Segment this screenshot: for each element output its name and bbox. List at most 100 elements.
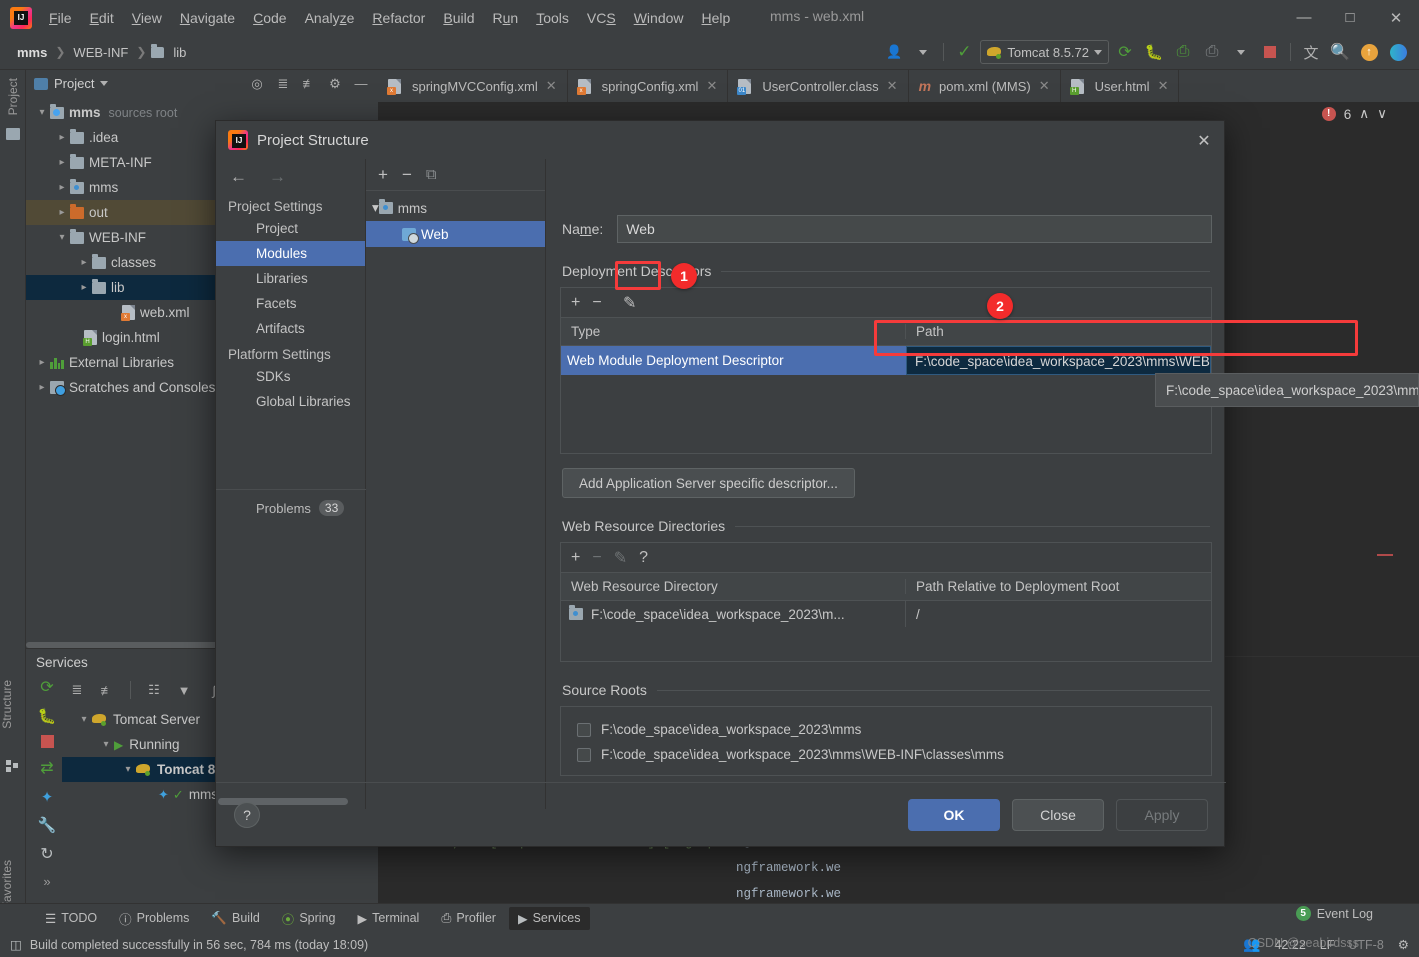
menu-item-file[interactable]: File (40, 6, 81, 30)
web-resource-directory-cell[interactable]: F:\code_space\idea_workspace_2023\m... (561, 601, 906, 627)
chevron-down-icon[interactable] (100, 81, 109, 86)
bottom-tab-services[interactable]: ▶ Services (508, 906, 590, 930)
window-controls[interactable]: — □ ✕ (1281, 0, 1419, 35)
menu-item-navigate[interactable]: Navigate (171, 6, 244, 30)
editor-tab-springmvcconfig[interactable]: x springMVCConfig.xml ✕ (378, 70, 568, 102)
menu-item-refactor[interactable]: Refactor (363, 6, 434, 30)
help-button[interactable]: ? (234, 801, 260, 828)
menu-item-window[interactable]: Window (625, 6, 693, 30)
editor-tab-bar[interactable]: x springMVCConfig.xml ✕ x springConfig.x… (378, 70, 1419, 102)
tool-window-button-structure[interactable]: Structure (0, 680, 26, 729)
profile-icon[interactable]: ⎙ (1199, 39, 1225, 65)
maximize-icon[interactable]: □ (1327, 0, 1373, 35)
previous-error-icon[interactable]: ∧ (1359, 106, 1369, 122)
build-hammer-icon[interactable]: ✓ (951, 39, 977, 65)
editor-tab-usercontroller[interactable]: 01 UserController.class ✕ (728, 70, 909, 102)
source-root-checkbox[interactable] (577, 747, 591, 762)
menu-item-analyze[interactable]: Analyze (296, 6, 364, 30)
bottom-tab-build[interactable]: 🔨 Build (202, 907, 268, 930)
close-icon[interactable]: ✕ (546, 78, 557, 94)
editor-tab-user-html[interactable]: H User.html ✕ (1061, 70, 1180, 102)
minimize-icon[interactable]: — (1281, 0, 1327, 35)
source-root-checkbox[interactable] (577, 722, 591, 737)
event-log-button[interactable]: 5 Event Log (1295, 906, 1373, 921)
menu-item-vcs[interactable]: VCS (578, 6, 625, 30)
nav-history-buttons[interactable]: ← → (216, 159, 365, 193)
next-error-icon[interactable]: ∨ (1377, 106, 1387, 122)
module-row-mms[interactable]: ▾ mms (366, 195, 545, 221)
descriptor-path-cell[interactable]: F:\code_space\idea_workspace_2023\mms\WE… (906, 346, 1211, 375)
nav-item-problems[interactable]: Problems 33 (216, 489, 366, 516)
menu-item-tools[interactable]: Tools (527, 6, 578, 30)
menu-item-help[interactable]: Help (693, 6, 740, 30)
source-root-item[interactable]: F:\code_space\idea_workspace_2023\mms (561, 717, 1211, 742)
user-icon[interactable]: 👤 (881, 39, 907, 65)
bottom-tab-terminal[interactable]: ▶ Terminal (348, 907, 428, 930)
editor-inspection-widget[interactable]: ! 6 ∧ ∨ (1321, 106, 1387, 122)
expand-all-icon[interactable]: ≣ (66, 679, 88, 701)
modules-tree[interactable]: ▾ mms Web (366, 191, 545, 247)
bottom-tab-todo[interactable]: ☰ TODO (36, 907, 106, 930)
project-tool-window-actions[interactable]: ◎ ≣ ≢ ⚙ — (246, 73, 372, 94)
close-icon[interactable]: ✕ (1373, 0, 1419, 35)
chevron-down-icon[interactable]: ▾ (120, 764, 136, 775)
group-icon[interactable]: ☷ (143, 679, 165, 701)
bottom-tab-profiler[interactable]: ⎙ Profiler (432, 907, 505, 930)
services-side-actions[interactable]: ⟳ 🐛 ⇄ ✦ 🔧 ↻ » (32, 677, 62, 889)
descriptor-type-cell[interactable]: Web Module Deployment Descriptor (561, 346, 906, 375)
deployment-table-row[interactable]: Web Module Deployment Descriptor F:\code… (561, 346, 1211, 375)
stop-icon[interactable] (40, 735, 54, 748)
breadcrumb-item-0[interactable]: mms (14, 44, 50, 61)
locate-icon[interactable]: ◎ (246, 73, 268, 94)
run-with-coverage-icon[interactable]: ⎙ (1170, 39, 1196, 65)
debug-icon[interactable]: 🐛 (1141, 39, 1167, 65)
close-icon[interactable]: ✕ (1158, 78, 1169, 94)
menu-item-view[interactable]: View (123, 6, 171, 30)
more-icon[interactable]: » (43, 874, 50, 889)
close-icon[interactable]: ✕ (1039, 78, 1050, 94)
add-web-resource-button[interactable]: + (571, 549, 580, 567)
menu-item-run[interactable]: Run (484, 6, 528, 30)
chevron-right-icon[interactable]: ▸ (54, 132, 70, 143)
back-arrow-icon[interactable]: ← (230, 167, 247, 187)
gear-icon[interactable]: ⚙ (324, 73, 346, 94)
artifact-icon[interactable]: ✦ (41, 788, 54, 806)
translate-icon[interactable]: 文 (1298, 39, 1324, 65)
nav-item-facets[interactable]: Facets (216, 291, 365, 316)
run-configuration-selector[interactable]: Tomcat 8.5.72 (980, 40, 1109, 64)
update-icon[interactable]: ↑ (1356, 39, 1382, 65)
deploy-icon[interactable]: ⇄ (40, 758, 53, 778)
chevron-down-icon[interactable]: ▾ (98, 739, 114, 750)
breadcrumb-item-1[interactable]: WEB-INF (70, 44, 131, 61)
add-descriptor-button[interactable]: + (571, 294, 580, 312)
run-icon[interactable]: ⟳ (1112, 39, 1138, 65)
gear-icon[interactable]: ⚙ (1398, 937, 1409, 952)
nav-item-modules[interactable]: Modules (216, 241, 365, 266)
debug-icon[interactable]: 🐛 (38, 707, 57, 725)
chevron-down-icon[interactable]: ▾ (76, 714, 92, 725)
search-icon[interactable]: 🔍 (1327, 39, 1353, 65)
web-resource-toolbar[interactable]: + − ✎ ? (561, 543, 1211, 573)
nav-item-project[interactable]: Project (216, 216, 365, 241)
name-input[interactable]: Web (617, 215, 1212, 243)
main-menu[interactable]: File Edit View Navigate Code Analyze Ref… (40, 6, 739, 30)
tool-window-button-favorites[interactable]: Favorites (0, 860, 26, 909)
breadcrumb-item-2[interactable]: lib (170, 44, 189, 61)
hide-icon[interactable]: — (350, 73, 372, 94)
chevron-right-icon[interactable]: ▸ (54, 207, 70, 218)
left-tool-strip[interactable]: Project Structure Favorites ★ (0, 70, 26, 957)
chevron-down-icon[interactable] (1228, 39, 1254, 65)
chevron-right-icon[interactable]: ▸ (34, 382, 50, 393)
stop-icon[interactable] (1257, 39, 1283, 65)
close-icon[interactable]: ✕ (706, 78, 717, 94)
chevron-down-icon[interactable]: ▾ (54, 232, 70, 243)
collapse-all-icon[interactable]: ≢ (298, 73, 320, 94)
refresh-icon[interactable]: ↻ (40, 844, 53, 864)
tool-window-button-project[interactable]: Project (6, 78, 20, 115)
nav-item-libraries[interactable]: Libraries (216, 266, 365, 291)
relative-path-cell[interactable]: / (906, 607, 1211, 622)
editor-tab-springconfig[interactable]: x springConfig.xml ✕ (568, 70, 729, 102)
deployment-descriptors-toolbar[interactable]: + − ✎ (561, 288, 1211, 318)
collapse-all-icon[interactable]: ≢ (96, 679, 118, 701)
chevron-down-icon[interactable] (910, 39, 936, 65)
